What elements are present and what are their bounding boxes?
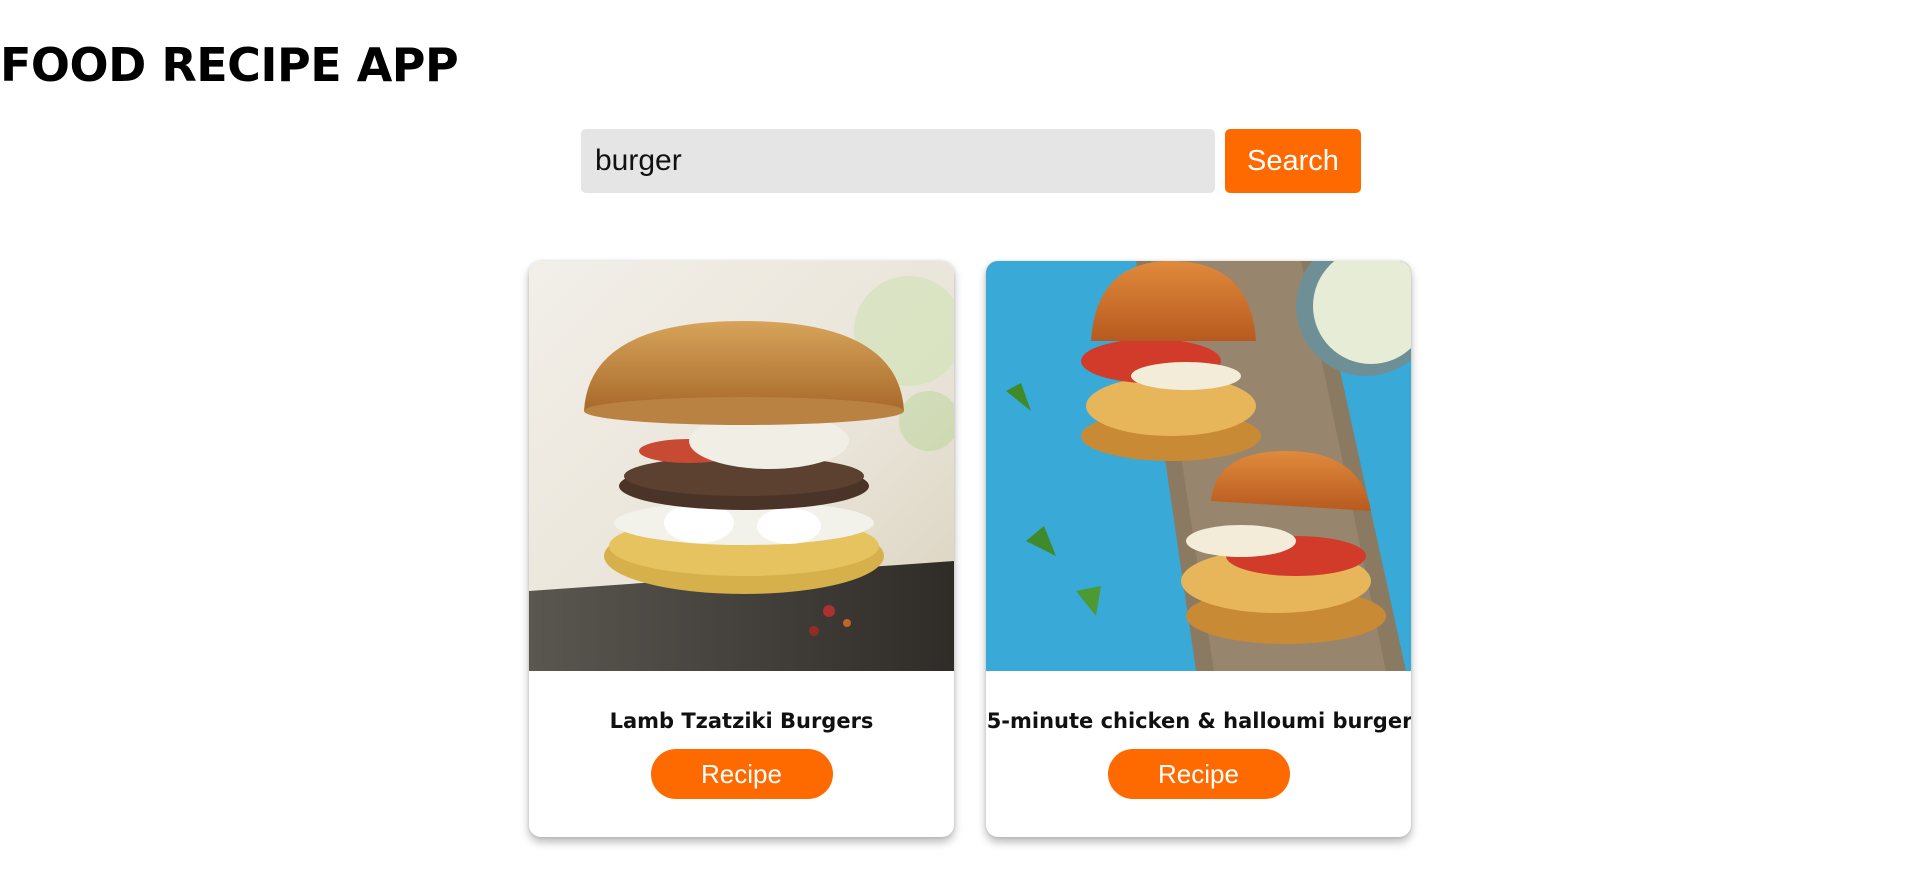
recipe-card: Lamb Tzatziki Burgers Recipe	[529, 261, 954, 837]
search-button[interactable]: Search	[1225, 129, 1361, 193]
recipe-button[interactable]: Recipe	[1107, 749, 1290, 799]
recipe-image	[986, 261, 1411, 671]
recipe-card: 15-minute chicken & halloumi burgers Rec…	[986, 261, 1411, 837]
app-title: FOOD RECIPE APP	[0, 38, 459, 92]
search-input[interactable]	[581, 129, 1215, 193]
recipe-results: Lamb Tzatziki Burgers Recipe 15-minute c…	[529, 261, 1411, 837]
recipe-title: 15-minute chicken & halloumi burgers	[986, 709, 1411, 733]
search-bar: Search	[581, 129, 1361, 193]
recipe-button[interactable]: Recipe	[650, 749, 833, 799]
recipe-image	[529, 261, 954, 671]
recipe-title: Lamb Tzatziki Burgers	[609, 709, 874, 733]
